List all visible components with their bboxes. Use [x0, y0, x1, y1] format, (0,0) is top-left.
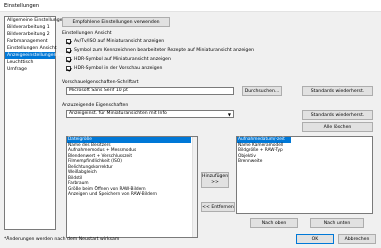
sidebar-item[interactable]: Leuchttisch [5, 59, 55, 66]
view-option-row[interactable]: Symbol zum Kennzeichnen bearbeiteter Rez… [66, 47, 254, 54]
checkbox[interactable] [66, 48, 71, 53]
cancel-button[interactable]: Abbrechen [338, 234, 376, 244]
font-field[interactable]: Microsoft Sans Serif 10 pt [66, 87, 234, 95]
remove-button[interactable]: << Entfernen [201, 202, 235, 212]
shown-properties-list[interactable]: Aufnahmedatum/-zeit Name Kameramodell Bild… [236, 136, 373, 214]
available-list-item[interactable]: Anzeigen und Speichern von RAW-Bildern [67, 192, 191, 198]
move-down-button[interactable]: Nach unten [310, 218, 364, 228]
sidebar-item[interactable]: Umfrage [5, 66, 55, 73]
sidebar-item[interactable]: Bildverarbeitung 1 [5, 24, 55, 31]
ok-button[interactable]: OK [296, 234, 334, 244]
font-section-title: Vorschauelgenschaften-Schriftart [62, 80, 139, 85]
chevron-down-icon: ▼ [227, 112, 231, 117]
browse-button[interactable]: Durchsuchen... [242, 86, 282, 96]
sidebar-item[interactable]: Farbmanagement [5, 38, 55, 45]
checkbox-label: HDR-Symbol in der Vorschau anzeigen [74, 66, 163, 71]
checkbox-label: Symbol zum Kennzeichnen bearbeiteter Rez… [74, 48, 255, 53]
available-list-scrollbar[interactable] [192, 137, 197, 237]
checkbox[interactable] [66, 39, 71, 44]
clear-all-button[interactable]: Alle löschen [302, 122, 373, 132]
checkbox-label: Av/Tv/ISO auf Miniaturansicht anzeigen [74, 39, 165, 44]
footnote: *Änderungen werden nach dem Neustart wir… [4, 237, 120, 242]
checkbox-label: HDR-Symbol auf Miniaturansicht anzeigen [74, 57, 171, 62]
props-preset-value: Anzeigeinst. für Miniaturansichten mit I… [69, 111, 167, 116]
font-restore-button[interactable]: Standards wiederherst. [302, 86, 373, 96]
shown-list-item[interactable]: Brennweite [237, 159, 291, 165]
sidebar-list: Allgemeine Einstellungen Bildverarbeitung… [4, 16, 93, 230]
sidebar-item[interactable]: Allgemeine Einstellungen [5, 17, 65, 24]
view-option-row[interactable]: Av/Tv/ISO auf Miniaturansicht anzeigen [66, 38, 164, 45]
props-preset-select[interactable]: Anzeigeinst. für Miniaturansichten mit I… [66, 110, 234, 118]
checkbox[interactable] [66, 66, 71, 71]
available-properties-list[interactable]: Dateigröße Name des Besitzers Aufnahmemodu… [66, 136, 198, 238]
add-button[interactable]: Hinzufügen >> [201, 172, 229, 188]
shown-list-item[interactable]: Aufnahmedatum/-zeit [237, 137, 291, 143]
shown-list-item[interactable]: Bildgröße + RAW-Typ [237, 148, 291, 154]
view-option-row[interactable]: HDR-Symbol in der Vorschau anzeigen [66, 65, 162, 72]
sidebar-item[interactable]: Anzeigeeinstellungen Miniaturansicht [5, 52, 93, 59]
sidebar-item[interactable]: Einstellungen Ansicht [5, 45, 57, 52]
props-section-title: Anzuzeigende Eigenschaften [62, 103, 129, 108]
recommended-settings-button[interactable]: Empfohlene Einstellungen verwenden [62, 17, 170, 27]
sidebar-item[interactable]: Bildverarbeitung 2 [5, 31, 55, 38]
move-up-button[interactable]: Nach oben [250, 218, 298, 228]
view-option-row[interactable]: HDR-Symbol auf Miniaturansicht anzeigen [66, 56, 171, 63]
checkbox[interactable] [66, 57, 71, 62]
view-section-title: Einstellungen Ansicht [62, 31, 112, 36]
window-title-bar: Einstellungen [0, 0, 381, 12]
add-button-label: Hinzufügen >> [202, 174, 229, 185]
props-restore-button[interactable]: Standards wiederherst. [302, 110, 373, 120]
window-title: Einstellungen [4, 3, 40, 9]
